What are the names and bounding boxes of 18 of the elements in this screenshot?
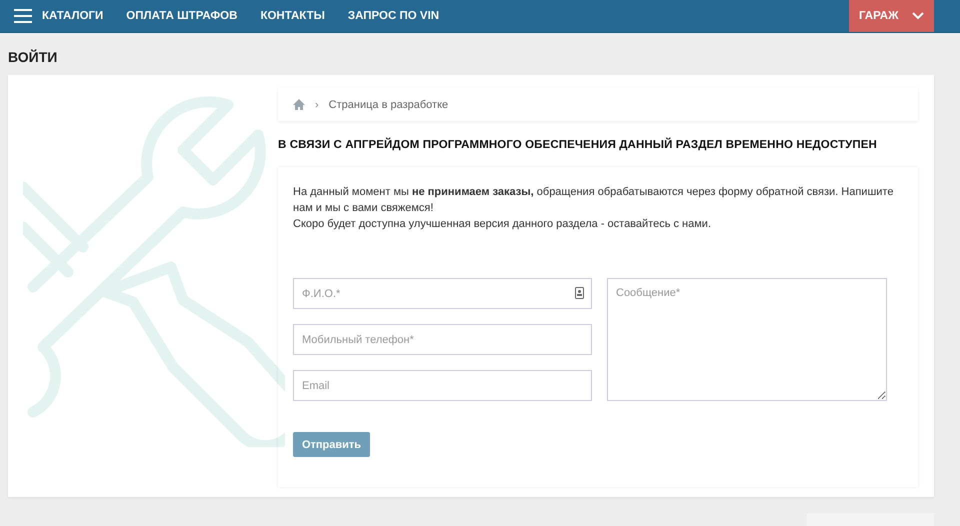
page-title: ВОЙТИ bbox=[7, 48, 58, 67]
text-field[interactable]: Мобильный телефон* bbox=[293, 324, 592, 355]
chevron-down-icon bbox=[912, 12, 924, 20]
notice-text: Скоро будет доступна улучшенная версия данного раздела - оставайтесь с нами. bbox=[293, 217, 712, 232]
menu-icon[interactable] bbox=[14, 9, 32, 23]
nav-link[interactable]: ОПЛАТА ШТРАФОВ bbox=[126, 10, 238, 22]
contact-card-icon[interactable] bbox=[575, 287, 584, 299]
text-field[interactable]: Ф.И.О.* bbox=[293, 278, 592, 309]
nav-link[interactable]: КОНТАКТЫ bbox=[260, 10, 325, 22]
breadcrumb-current: Страница в разработке bbox=[328, 98, 448, 110]
notice-text: На данный момент мы не принимаем заказы, обращения обрабатываются через форму обратной связи. Напишите нам и мы с вами свяжемся! bbox=[293, 185, 894, 216]
text-field[interactable]: Email bbox=[293, 370, 592, 401]
message-field[interactable]: Сообщение* bbox=[607, 278, 887, 401]
nav-link[interactable]: КАТАЛОГИ bbox=[42, 10, 104, 22]
garage-dropdown[interactable]: ГАРАЖ bbox=[849, 0, 934, 32]
breadcrumb-separator: › bbox=[315, 98, 319, 110]
section-heading: В СВЯЗИ С АПГРЕЙДОМ ПРОГРАММНОГО ОБЕСПЕЧЕНИЯ ДАННЫЙ РАЗДЕЛ ВРЕМЕННО НЕДОСТУПЕН bbox=[278, 139, 878, 151]
nav-link[interactable]: ЗАПРОС ПО VIN bbox=[348, 10, 440, 22]
